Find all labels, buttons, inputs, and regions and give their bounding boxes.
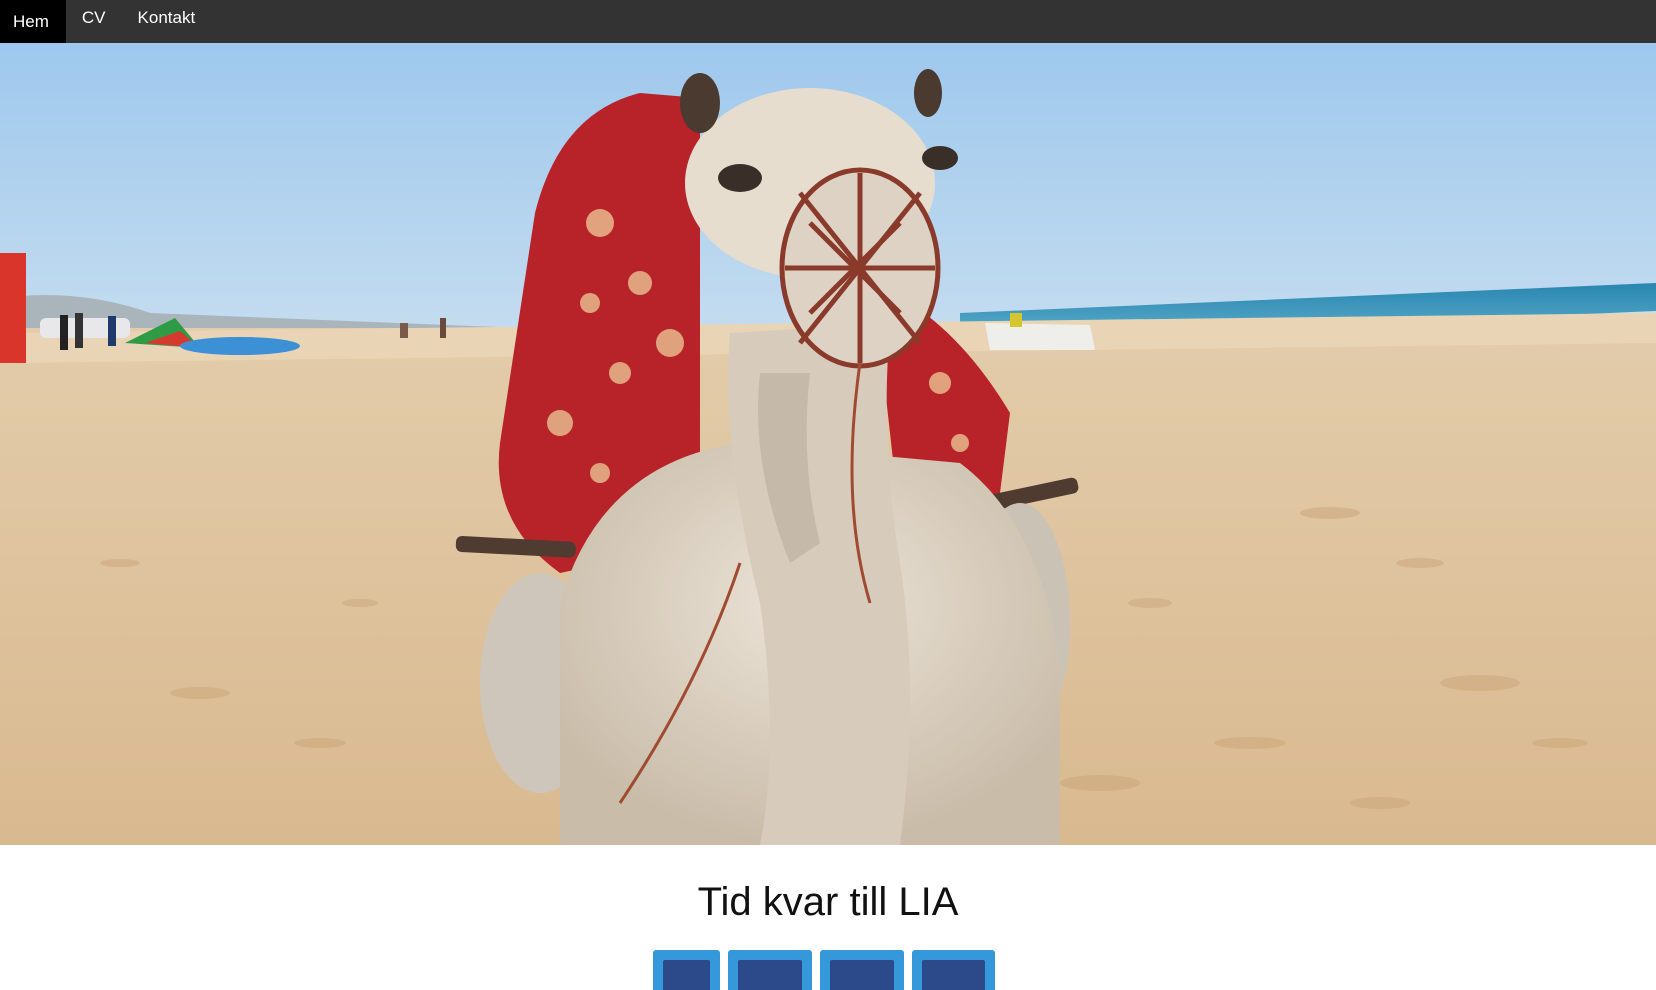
countdown-value [830, 960, 894, 990]
top-navigation: Hem CV Kontakt [0, 0, 1656, 44]
countdown-box-hours [728, 950, 812, 990]
countdown-value [922, 960, 985, 990]
nav-link-kontakt[interactable]: Kontakt [122, 0, 212, 36]
nav-link-hem[interactable]: Hem [0, 0, 66, 43]
countdown-boxes [0, 950, 1656, 990]
countdown-box-days [653, 950, 720, 990]
countdown-title: Tid kvar till LIA [697, 880, 959, 924]
countdown-box-minutes [820, 950, 904, 990]
countdown-value [663, 960, 710, 990]
countdown-value [738, 960, 802, 990]
nav-link-cv[interactable]: CV [66, 0, 122, 36]
hero-image [0, 43, 1656, 845]
countdown-box-seconds [912, 950, 995, 990]
